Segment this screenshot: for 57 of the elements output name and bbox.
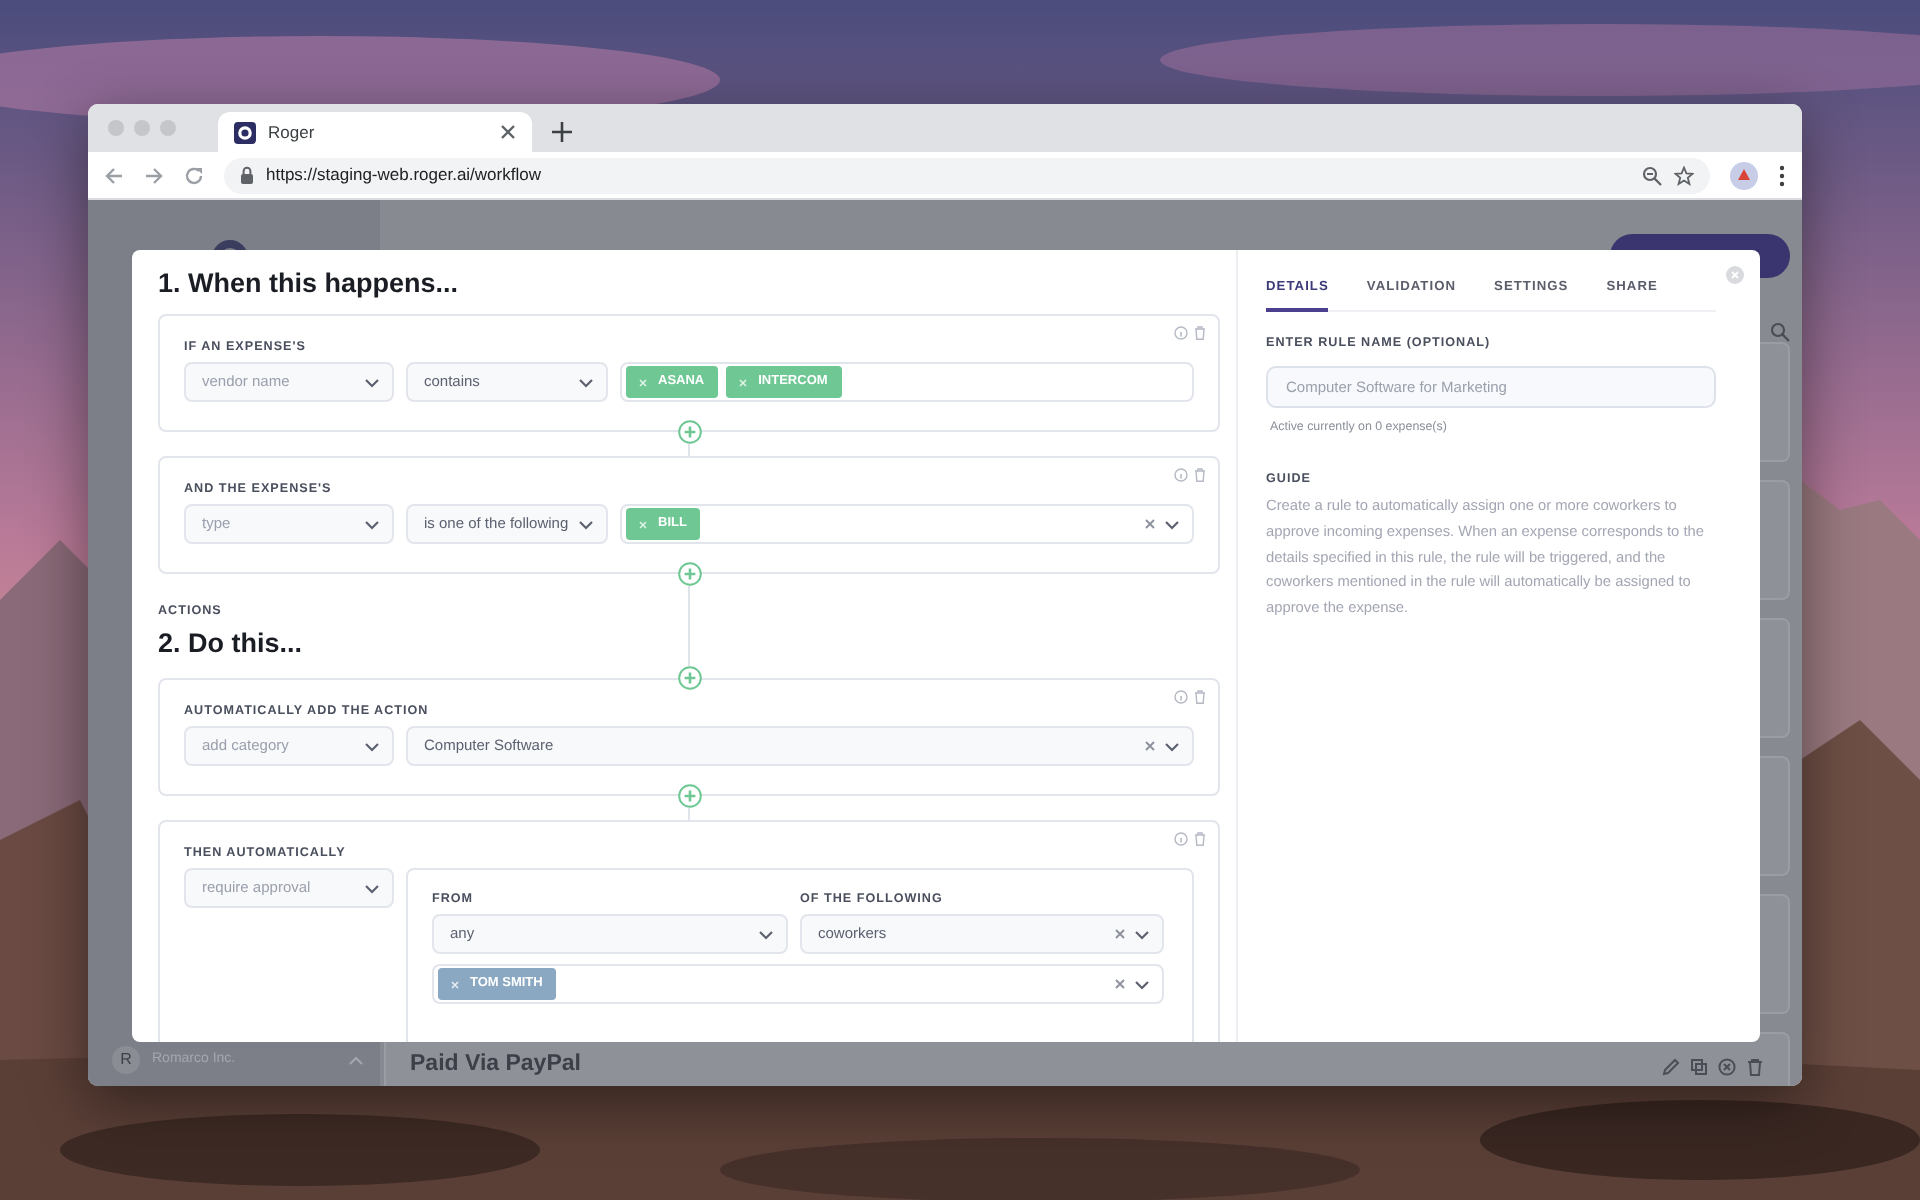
add-step-icon[interactable]: [677, 562, 701, 586]
new-tab-icon[interactable]: [552, 122, 572, 142]
clear-icon[interactable]: [1144, 518, 1156, 530]
row-title: Paid Via PayPal: [410, 1050, 581, 1080]
close-icon[interactable]: [500, 124, 516, 140]
remove-icon[interactable]: [738, 377, 749, 387]
remove-icon[interactable]: [450, 979, 460, 989]
remove-icon[interactable]: [638, 377, 648, 387]
info-icon[interactable]: [1174, 468, 1188, 482]
back-icon[interactable]: [104, 165, 124, 185]
caret-icon[interactable]: [1164, 741, 1180, 751]
caret-icon[interactable]: [758, 929, 774, 939]
info-icon[interactable]: [1174, 326, 1188, 340]
cancel-icon[interactable]: [1718, 1058, 1736, 1076]
copy-icon[interactable]: [1690, 1058, 1708, 1076]
remove-icon[interactable]: [638, 519, 648, 529]
caret-icon[interactable]: [364, 741, 380, 751]
caret-icon[interactable]: [364, 519, 380, 529]
search-icon[interactable]: [1770, 322, 1790, 342]
caret-icon[interactable]: [1164, 519, 1180, 529]
caret-icon[interactable]: [578, 519, 594, 529]
caret-icon[interactable]: [578, 377, 594, 387]
trash-icon[interactable]: [1194, 832, 1206, 846]
add-step-icon[interactable]: [677, 420, 701, 444]
forward-icon[interactable]: [144, 165, 164, 185]
section-heading: 2. Do this...: [158, 626, 305, 662]
close-button[interactable]: [1726, 266, 1744, 284]
reload-icon[interactable]: [184, 165, 204, 185]
browser-tab[interactable]: Roger: [218, 112, 532, 152]
trash-icon[interactable]: [1746, 1058, 1764, 1076]
edit-icon[interactable]: [1662, 1058, 1680, 1076]
url-text: https://staging-web.roger.ai/workflow: [266, 162, 543, 188]
org-avatar: R: [112, 1046, 140, 1074]
trash-icon[interactable]: [1194, 690, 1206, 704]
info-icon[interactable]: [1174, 690, 1188, 704]
zoom-icon[interactable]: [1642, 165, 1662, 185]
clear-icon[interactable]: [1114, 978, 1126, 990]
add-step-icon[interactable]: [677, 666, 701, 690]
caret-icon[interactable]: [364, 377, 380, 387]
tab-title: Roger: [268, 119, 317, 145]
address-bar[interactable]: https://staging-web.roger.ai/workflow: [224, 157, 1710, 193]
clear-icon[interactable]: [1144, 740, 1156, 752]
close-icon: [1730, 270, 1740, 280]
trash-icon[interactable]: [1194, 468, 1206, 482]
add-step-icon[interactable]: [677, 784, 701, 808]
trash-icon[interactable]: [1194, 326, 1206, 340]
lock-icon: [240, 166, 254, 184]
caret-icon[interactable]: [1134, 979, 1150, 989]
app-logo-icon: [234, 121, 256, 143]
avatar-icon[interactable]: [1730, 161, 1758, 189]
section-heading: 1. When this happens...: [158, 266, 461, 302]
star-icon[interactable]: [1674, 165, 1694, 185]
menu-icon[interactable]: [1778, 163, 1786, 187]
caret-icon[interactable]: [364, 883, 380, 893]
caret-icon[interactable]: [1134, 929, 1150, 939]
clear-icon[interactable]: [1114, 928, 1126, 940]
info-icon[interactable]: [1174, 832, 1188, 846]
